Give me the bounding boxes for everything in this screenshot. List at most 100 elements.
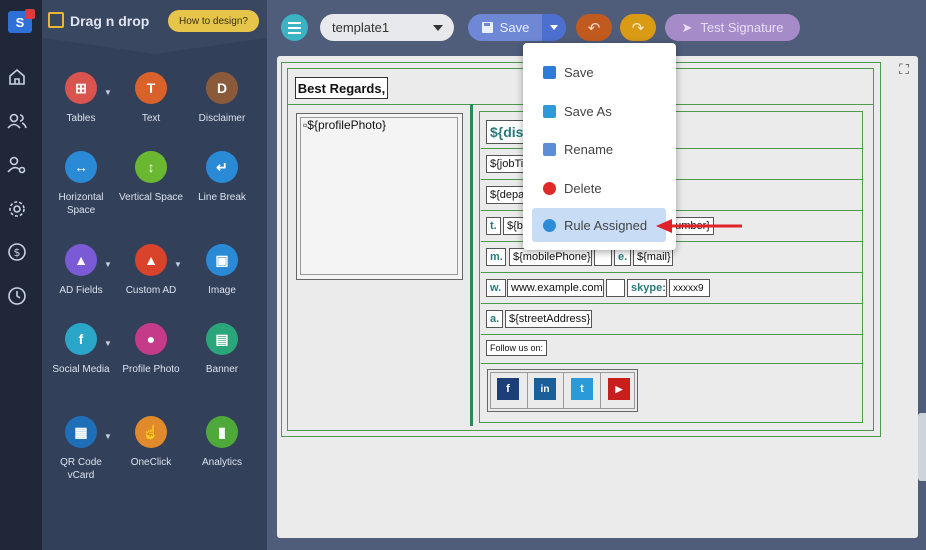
components-panel: Drag n drop How to design? ⊞ ▼ Tables T Text… [42,0,267,550]
skype-field[interactable]: xxxxx9 [669,279,710,297]
mobile-label[interactable]: m. [486,248,506,266]
twitter-icon[interactable]: t [571,378,593,400]
banner-icon: ▤ [206,323,238,355]
youtube-icon[interactable]: ▶ [608,378,630,400]
email-field[interactable]: ${mail} [633,248,673,266]
email-label[interactable]: e. [614,248,631,266]
menu-item-rule-assigned[interactable]: Rule Assigned [532,208,666,242]
menu-item-delete[interactable]: Delete [523,171,676,205]
oneclick-icon: ☝ [135,416,167,448]
component-tables[interactable]: ⊞ ▼ Tables [46,72,116,125]
hamburger-menu-icon[interactable] [281,14,308,41]
disclaimer-icon: D [206,72,238,104]
address-field[interactable]: ${streetAddress} [505,310,592,328]
component-banner[interactable]: ▤ Banner [187,323,257,376]
svg-text:$: $ [14,246,21,259]
send-icon: ➤ [681,19,693,35]
chevron-down-icon [433,25,443,31]
vertical-divider [470,104,473,426]
component-label: Vertical Space [119,192,183,203]
ad-fields-icon: ▲ [65,244,97,276]
component-qr-code-vcard[interactable]: ▦ ▼ QR Code vCard [46,416,116,482]
caret-down-icon[interactable]: ▼ [174,258,182,271]
menu-item-save[interactable]: Save [523,55,676,89]
profile-photo-placeholder[interactable]: ▫${profilePhoto} [300,117,458,275]
caret-down-icon[interactable]: ▼ [104,337,112,350]
skype-label[interactable]: skype: [627,279,667,297]
component-label: Image [208,285,236,296]
mobile-field[interactable]: ${mobilePhone} [509,248,592,266]
component-label: Profile Photo [122,364,180,375]
template-select[interactable]: template1 [320,14,454,41]
save-as-icon [543,104,556,118]
facebook-icon[interactable]: f [497,378,519,400]
menu-item-label: Rule Assigned [564,217,648,233]
rename-icon [543,142,556,156]
linkedin-icon[interactable]: in [534,378,556,400]
floppy-icon [481,22,493,33]
component-image[interactable]: ▣ Image [187,244,257,297]
home-icon[interactable] [7,67,27,87]
expand-icon[interactable]: ⛶ [895,60,913,78]
save-icon [543,65,556,79]
component-vertical-space[interactable]: ↕ Vertical Space [116,151,186,204]
users-icon[interactable] [7,111,27,131]
undo-button[interactable]: ↶ [576,14,612,41]
website-field[interactable]: www.example.com [507,279,604,297]
component-profile-photo[interactable]: ● Profile Photo [116,323,186,376]
caret-down-icon[interactable]: ▼ [104,430,112,443]
phone-label[interactable]: t. [486,217,501,235]
vertical-space-icon: ↕ [135,151,167,183]
component-social-media[interactable]: f ▼ Social Media [46,323,116,376]
department-field[interactable]: ${depa [486,186,526,204]
caret-down-icon[interactable]: ▼ [104,86,112,99]
display-name-field[interactable]: ${dis [486,120,526,144]
test-signature-button[interactable]: ➤ Test Signature [665,14,800,41]
component-ad-fields[interactable]: ▲ ▼ AD Fields [46,244,116,297]
website-label[interactable]: w. [486,279,506,297]
greeting-text[interactable]: Best Regards, [295,77,388,99]
left-rail: S $ [0,0,42,550]
gear-icon [543,218,556,232]
menu-item-label: Save As [564,103,612,119]
save-button[interactable]: Save [468,14,542,41]
menu-item-label: Delete [564,180,602,196]
menu-item-label: Rename [564,141,614,157]
component-label: Banner [205,364,239,375]
redo-button[interactable]: ↷ [620,14,656,41]
history-icon[interactable] [7,286,27,306]
table-icon: ⊞ [65,72,97,104]
user-settings-icon[interactable] [7,155,27,175]
menu-item-save-as[interactable]: Save As [523,94,676,128]
profile-photo-icon: ● [135,323,167,355]
component-label: Text [141,113,161,124]
component-label: AD Fields [59,285,103,296]
component-horizontal-space[interactable]: ↔ Horizontal Space [46,151,116,217]
side-scroll-handle[interactable] [918,413,926,481]
profile-photo-text: ${profilePhoto} [307,118,386,132]
app-logo[interactable]: S [8,9,35,33]
empty-cell[interactable] [606,279,625,297]
follow-us-text[interactable]: Follow us on: [486,340,547,356]
component-oneclick[interactable]: ☝ OneClick [116,416,186,469]
component-line-break[interactable]: ↵ Line Break [187,151,257,204]
empty-cell[interactable] [594,248,612,266]
component-label: Line Break [198,192,246,203]
caret-down-icon[interactable]: ▼ [104,258,112,271]
save-label: Save [499,20,530,35]
billing-icon[interactable]: $ [7,242,27,262]
job-title-field[interactable]: ${jobTi [486,155,526,173]
undo-icon: ↶ [587,19,601,37]
menu-item-rename[interactable]: Rename [523,132,676,166]
address-label[interactable]: a. [486,310,503,328]
component-disclaimer[interactable]: D Disclaimer [187,72,257,125]
component-text[interactable]: T Text [116,72,186,125]
settings-icon[interactable] [7,199,27,219]
save-button-group: Save [468,14,566,41]
component-analytics[interactable]: ▮ Analytics [187,416,257,469]
drag-drop-icon [48,12,64,28]
save-dropdown-toggle[interactable] [542,14,566,41]
how-to-design-button[interactable]: How to design? [168,10,259,32]
component-custom-ad[interactable]: ▲ ▼ Custom AD [116,244,186,297]
phone-field[interactable]: ${bu [503,217,525,235]
